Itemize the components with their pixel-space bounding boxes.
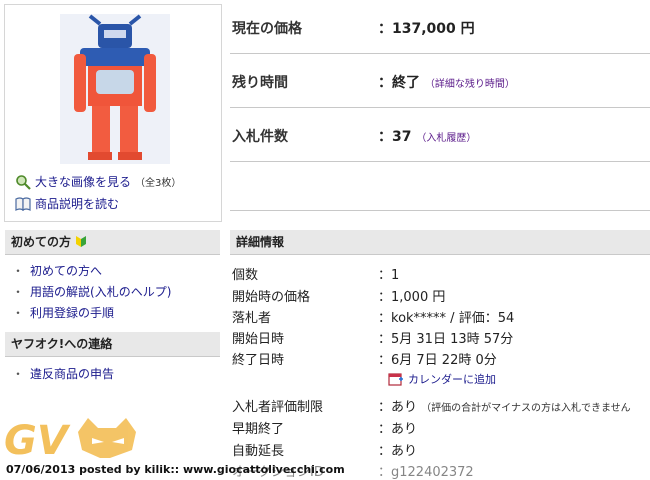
detail-value: ：1,000 円 <box>378 290 446 305</box>
watermark-credit: 07/06/2013 posted by kilik:: www.giocatt… <box>6 463 345 476</box>
price-row-current: 現在の価格 ：137,000 円 <box>230 0 650 54</box>
detail-value: ：あり <box>378 422 418 437</box>
price-summary: 現在の価格 ：137,000 円 残り時間 ：終了 （詳細な残り時間） 入札件数… <box>230 0 650 162</box>
restriction-note: （評価の合計がマイナスの方は入札できません <box>421 403 631 414</box>
detail-label: 終了日時 <box>232 353 285 368</box>
add-to-calendar-link[interactable]: カレンダーに追加 <box>388 371 496 387</box>
detail-value: ：1 <box>378 268 400 283</box>
book-icon <box>15 196 31 211</box>
detail-label: 開始時の価格 <box>232 290 311 305</box>
watermark-mask-icon <box>78 418 136 458</box>
time-left-label: 残り時間 <box>232 75 288 91</box>
price-row-time-left: 残り時間 ：終了 （詳細な残り時間） <box>230 54 650 108</box>
detail-label: 入札者評価制限 <box>232 400 324 415</box>
item-photo[interactable] <box>60 14 170 164</box>
beginners-header: 初めての方 <box>5 230 220 255</box>
price-row-bids: 入札件数 ：37 （入札履歴） <box>230 108 650 162</box>
watermark-gv-text: GV <box>4 418 71 464</box>
contact-header: ヤフオク!への連絡 <box>5 332 220 357</box>
detail-label: 開始日時 <box>232 332 285 347</box>
item-image-panel: 大きな画像を見る （全3枚） 商品説明を読む <box>4 4 222 222</box>
detail-label: 個数 <box>232 268 259 283</box>
read-description-label[interactable]: 商品説明を読む <box>35 195 119 212</box>
read-description-link[interactable]: 商品説明を読む <box>15 195 119 212</box>
sidebar-item-beginners-guide[interactable]: ・初めての方へ <box>12 262 102 279</box>
detail-value: ：5月 31日 13時 57分 <box>378 332 514 347</box>
magnifier-icon <box>16 174 31 190</box>
view-larger-label[interactable]: 大きな画像を見る <box>35 173 131 190</box>
detail-label: 早期終了 <box>232 422 285 437</box>
time-detail-link[interactable]: （詳細な残り時間） <box>425 79 515 90</box>
calendar-icon <box>388 373 403 386</box>
beginner-mark-icon <box>76 236 87 247</box>
beginners-title: 初めての方 <box>11 235 72 249</box>
image-count: （全3枚） <box>135 178 182 189</box>
detail-value: ：あり （評価の合計がマイナスの方は入札できません <box>378 400 631 415</box>
sidebar-item-registration[interactable]: ・利用登録の手順 <box>12 304 114 321</box>
view-larger-link[interactable]: 大きな画像を見る （全3枚） <box>15 173 181 190</box>
detail-value: ：6月 7日 22時 0分 <box>378 353 497 368</box>
detail-value: ：g122402372 <box>378 465 474 480</box>
current-price-value: ：137,000 円 <box>378 21 475 37</box>
sidebar-item-report[interactable]: ・違反商品の申告 <box>12 365 114 382</box>
sidebar-item-glossary[interactable]: ・用語の解説(入札のヘルプ) <box>12 283 171 300</box>
price-divider <box>230 210 650 211</box>
detail-value: ：あり <box>378 444 418 459</box>
time-left-value: ：終了 （詳細な残り時間） <box>378 75 515 91</box>
details-header: 詳細情報 <box>230 230 650 255</box>
detail-label: 自動延長 <box>232 444 285 459</box>
current-price-label: 現在の価格 <box>232 21 302 37</box>
details-title: 詳細情報 <box>236 235 285 249</box>
detail-label: 落札者 <box>232 311 272 326</box>
bid-history-link[interactable]: （入札履歴） <box>416 133 476 144</box>
detail-value: ：kok***** / 評価：54 <box>378 311 515 326</box>
bid-count-value: ：37 （入札履歴） <box>378 129 477 145</box>
bid-count-label: 入札件数 <box>232 129 288 145</box>
add-to-calendar-label[interactable]: カレンダーに追加 <box>408 371 496 387</box>
contact-title: ヤフオク!への連絡 <box>11 337 113 351</box>
